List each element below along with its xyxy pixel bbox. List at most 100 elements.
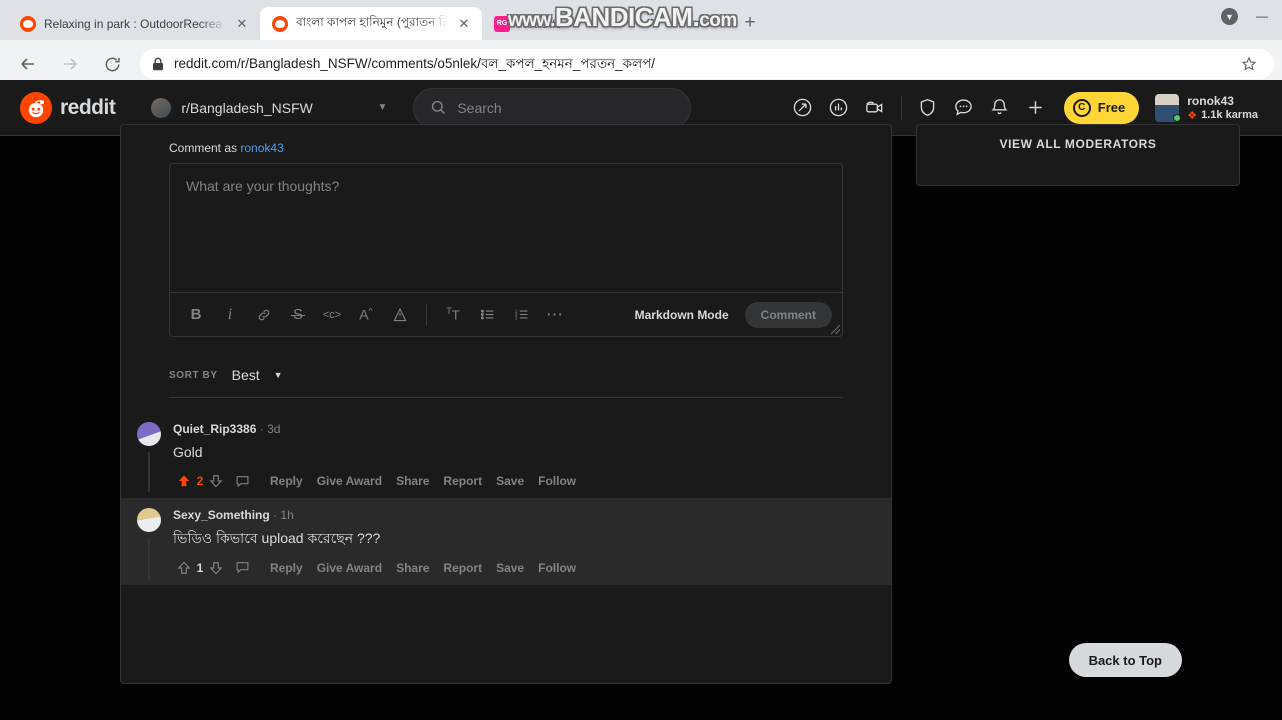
comment-author[interactable]: Sexy_Something: [173, 508, 270, 522]
sort-bar: SORT BY Best ▼: [169, 367, 843, 398]
superscript-icon[interactable]: A^: [350, 300, 382, 330]
comment-bubble-icon[interactable]: [227, 560, 256, 575]
toolbar-divider: [426, 303, 427, 326]
link-icon[interactable]: [248, 300, 280, 330]
reddit-icon: [20, 15, 36, 32]
browser-window: Relaxing in park : OutdoorRecrea ✕ বাংলা…: [0, 0, 1282, 720]
chat-icon[interactable]: [948, 92, 980, 124]
downvote-icon[interactable]: [205, 557, 227, 579]
forward-icon: [54, 48, 86, 80]
premium-label: Free: [1097, 100, 1126, 115]
reddit-logo[interactable]: reddit: [20, 91, 116, 124]
username-label: ronok43: [1187, 93, 1234, 108]
spoiler-icon[interactable]: [384, 300, 416, 330]
comment-meta: Quiet_Rip3386 · 3d: [173, 422, 857, 436]
comment-left-rail: [135, 422, 163, 493]
meta-separator: ·: [259, 422, 264, 436]
search-placeholder: Search: [457, 99, 502, 116]
editor-toolbar: B i S <c>: [170, 292, 842, 336]
video-icon[interactable]: [859, 92, 891, 124]
comment-author[interactable]: Quiet_Rip3386: [173, 422, 256, 436]
strikethrough-icon[interactable]: S: [282, 300, 314, 330]
comment-action-report[interactable]: Report: [437, 557, 488, 579]
coin-icon: C: [1072, 98, 1091, 117]
comment-action-follow[interactable]: Follow: [532, 557, 582, 579]
comment-action-reply[interactable]: Reply: [264, 557, 309, 579]
comment-action-save[interactable]: Save: [490, 557, 530, 579]
close-icon[interactable]: ✕: [456, 16, 472, 32]
comment-body: Quiet_Rip3386 · 3d Gold 2 Reply Give Awa…: [171, 422, 857, 492]
create-post-plus-icon[interactable]: [1020, 92, 1052, 124]
comment-as-username[interactable]: ronok43: [240, 141, 283, 155]
heading-icon[interactable]: TT: [437, 300, 469, 330]
browser-tab-2[interactable]: বাংলা কাপল হানিমুন (পুরাতন ক্লি ✕: [260, 7, 482, 40]
new-tab-button[interactable]: +: [736, 9, 764, 37]
browser-tab-3[interactable]: RedGifs ✕: [482, 7, 730, 40]
chevron-down-icon[interactable]: ▼: [274, 370, 283, 380]
user-menu[interactable]: ronok43 ❖ 1.1k karma: [1155, 93, 1262, 122]
avatar: [1155, 93, 1182, 122]
comment-action-reply[interactable]: Reply: [264, 470, 309, 492]
comment-bubble-icon[interactable]: [227, 474, 256, 489]
reload-icon[interactable]: [96, 48, 128, 80]
comment-action-give-award[interactable]: Give Award: [311, 557, 388, 579]
subreddit-selector[interactable]: r/Bangladesh_NSFW ▼: [143, 92, 395, 124]
comment-action-report[interactable]: Report: [437, 470, 488, 492]
download-icon[interactable]: ▼: [1221, 8, 1238, 25]
comment-action-share[interactable]: Share: [390, 557, 435, 579]
view-all-moderators-link[interactable]: VIEW ALL MODERATORS: [1000, 137, 1157, 151]
submit-comment-button[interactable]: Comment: [744, 301, 832, 328]
tab-title: RedGifs: [518, 16, 562, 31]
thread-line[interactable]: [148, 538, 150, 579]
address-bar[interactable]: reddit.com/r/Bangladesh_NSFW/comments/o5…: [140, 49, 1274, 79]
comment-list: Quiet_Rip3386 · 3d Gold 2 Reply Give Awa…: [121, 412, 891, 585]
comment-score: 2: [196, 474, 204, 489]
close-icon[interactable]: ✕: [704, 16, 720, 32]
italic-icon[interactable]: i: [214, 300, 246, 330]
resize-handle[interactable]: [831, 325, 840, 334]
user-meta: ronok43 ❖ 1.1k karma: [1187, 94, 1258, 122]
downvote-icon[interactable]: [205, 470, 227, 492]
search-input[interactable]: Search: [413, 87, 692, 128]
comment-as-label: Comment as ronok43: [169, 141, 843, 155]
header-icon-group: C Free ronok43 ❖ 1.1k karma: [787, 91, 1262, 124]
back-to-top-button[interactable]: Back to Top: [1068, 643, 1182, 677]
comment-editor: What are your thoughts? B i <c> A^ TT 1 …: [169, 163, 843, 337]
avatar[interactable]: [137, 422, 161, 446]
bold-icon[interactable]: B: [180, 300, 212, 330]
browser-tab-1[interactable]: Relaxing in park : OutdoorRecrea ✕: [8, 7, 260, 40]
bulleted-list-icon[interactable]: [471, 300, 503, 330]
subreddit-avatar: [151, 97, 172, 118]
sort-value[interactable]: Best: [232, 367, 260, 383]
karma-row: ❖ 1.1k karma: [1187, 109, 1258, 122]
comment-action-share[interactable]: Share: [390, 470, 435, 492]
upvote-icon[interactable]: [173, 557, 195, 579]
thread-line[interactable]: [148, 452, 150, 493]
bookmark-star-icon[interactable]: [1236, 51, 1262, 77]
back-icon[interactable]: [12, 48, 44, 80]
comment-action-give-award[interactable]: Give Award: [311, 470, 388, 492]
markdown-mode-toggle[interactable]: Markdown Mode: [635, 308, 729, 322]
minimize-button[interactable]: —: [1242, 0, 1282, 32]
comment-body: Sexy_Something · 1h ভিডিও কিভাবে upload …: [171, 508, 857, 578]
reddit-icon: [272, 15, 288, 32]
comment-action-follow[interactable]: Follow: [532, 470, 582, 492]
mod-shield-icon[interactable]: [912, 92, 944, 124]
avatar[interactable]: [137, 508, 161, 533]
more-options-icon[interactable]: ⋯: [539, 300, 571, 330]
comment-action-save[interactable]: Save: [490, 470, 530, 492]
tab-title: বাংলা কাপল হানিমুন (পুরাতন ক্লি: [296, 14, 448, 29]
reddit-premium-button[interactable]: C Free: [1063, 91, 1140, 124]
comment-textarea[interactable]: What are your thoughts?: [170, 164, 842, 292]
numbered-list-icon[interactable]: 1 2 3: [505, 300, 537, 330]
sidebar: VIEW ALL MODERATORS: [916, 124, 1240, 684]
close-icon[interactable]: ✕: [234, 16, 250, 32]
popular-icon[interactable]: [787, 92, 819, 124]
trending-icon[interactable]: [823, 92, 855, 124]
comment-actions: 1 Reply Give Award Share Report Save Fol…: [173, 557, 857, 579]
upvote-icon[interactable]: [173, 470, 195, 492]
inline-code-icon[interactable]: <c>: [316, 300, 348, 330]
notifications-bell-icon[interactable]: [984, 92, 1016, 124]
reddit-page: reddit r/Bangladesh_NSFW ▼ Search C Free…: [0, 80, 1282, 720]
header-divider: [900, 95, 902, 120]
